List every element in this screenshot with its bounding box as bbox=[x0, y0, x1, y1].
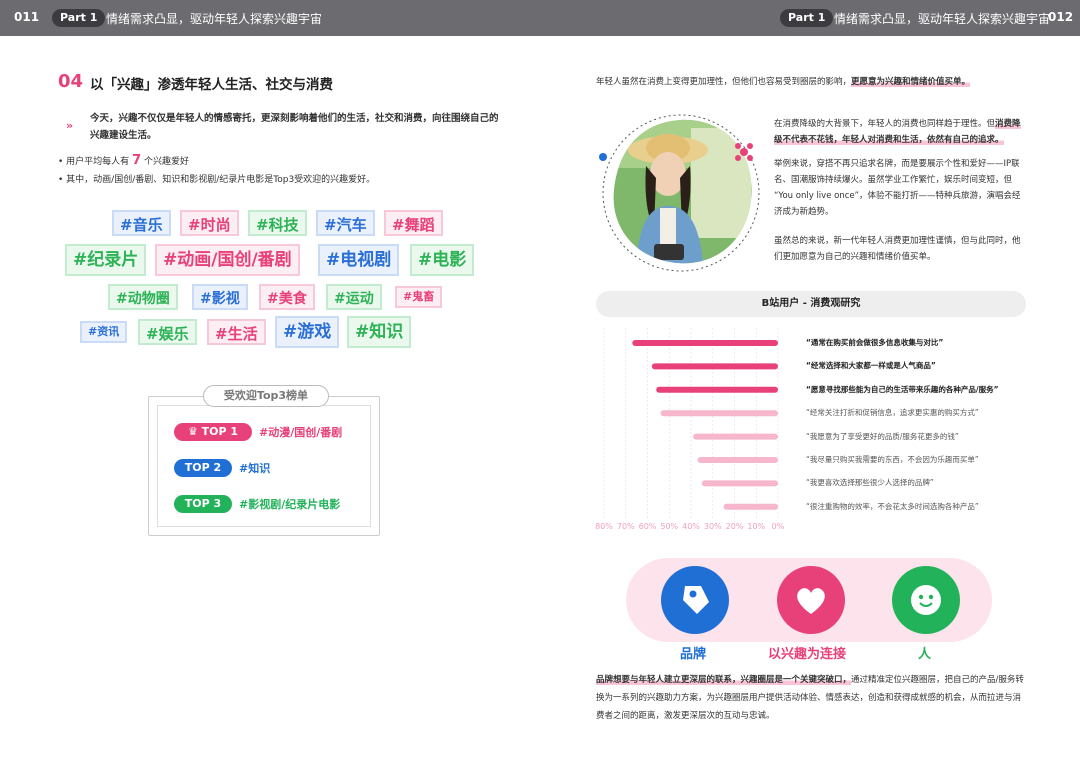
tag: #美食 bbox=[259, 284, 315, 310]
interest-count: 7 bbox=[132, 153, 141, 168]
intro-text: 今天，兴趣不仅仅是年轻人的情感寄托，更深刻影响着他们的生活，社交和消费，向往围绕… bbox=[90, 110, 500, 144]
tag: #音乐 bbox=[112, 210, 171, 236]
interest-circle bbox=[777, 566, 845, 634]
right-page-number: 012 bbox=[1048, 10, 1073, 24]
chart-category-label: “我更喜欢选择那些很少人选择的品牌” bbox=[806, 477, 934, 488]
top3-ranking-box: 受欢迎Top3榜单 ♛ TOP 1 #动漫/国创/番剧 TOP 2 #知识 TO… bbox=[148, 396, 380, 536]
portrait-illustration bbox=[596, 108, 766, 278]
top1-badge: ♛ TOP 1 bbox=[174, 423, 252, 441]
section-title: 以「兴趣」渗透年轻人生活、社交与消费 bbox=[90, 73, 333, 93]
brand-circle bbox=[661, 566, 729, 634]
chart-bar bbox=[652, 363, 778, 369]
bullet-interest-count: • 用户平均每人有 7 个兴趣爱好 bbox=[58, 153, 189, 168]
part-badge-right: Part 1 bbox=[780, 9, 833, 27]
chart-category-label: “经常选择和大家都一样或是人气商品” bbox=[806, 360, 936, 371]
para1-text: 在消费降级的大背景下，年轻人的消费也同样趋于理性。但 bbox=[774, 119, 995, 129]
right-paragraph-2: 举例来说，穿搭不再只追求名牌，而是要展示个性和爱好——IP联名、国潮服饰持续爆火… bbox=[774, 156, 1028, 220]
tag-icon bbox=[661, 566, 729, 634]
top1-label: TOP 1 bbox=[202, 425, 238, 438]
bullet-text: 个兴趣爱好 bbox=[144, 157, 189, 167]
top3-text: #影视剧/纪录片电影 bbox=[239, 496, 340, 512]
double-chevron-icon: » bbox=[66, 119, 73, 132]
tag: #电视剧 bbox=[318, 244, 399, 276]
tag: #纪录片 bbox=[65, 244, 146, 276]
blue-dot bbox=[599, 153, 607, 161]
chart-tick-label: 0% bbox=[763, 522, 793, 531]
top3-title: 受欢迎Top3榜单 bbox=[203, 385, 329, 407]
tag: #游戏 bbox=[275, 316, 339, 348]
chart-category-label: “我尽量只购买我需要的东西，不会因为乐趣而买单” bbox=[806, 454, 979, 465]
chart-category-label: “我愿意为了享受更好的品质/服务花更多的钱” bbox=[806, 431, 959, 442]
top3-badge: TOP 3 bbox=[174, 495, 232, 513]
tag: #运动 bbox=[326, 284, 382, 310]
people-circle bbox=[892, 566, 960, 634]
tag: #动物圈 bbox=[108, 284, 178, 310]
top2-badge: TOP 2 bbox=[174, 459, 232, 477]
chart-category-label: “愿意寻找那些能为自己的生活带来乐趣的各种产品/服务” bbox=[806, 384, 999, 395]
tag: #时尚 bbox=[180, 210, 239, 236]
chart-bar bbox=[702, 480, 778, 486]
chart-bar bbox=[661, 410, 778, 416]
smiley-icon bbox=[892, 566, 960, 634]
part-badge-left: Part 1 bbox=[52, 9, 105, 27]
right-intro-text: 年轻人虽然在消费上变得更加理性，但他们也容易受到圈层的影响， bbox=[596, 77, 851, 87]
tag: #动画/国创/番剧 bbox=[155, 244, 300, 276]
right-intro: 年轻人虽然在消费上变得更加理性，但他们也容易受到圈层的影响，更愿意为兴趣和情绪价… bbox=[596, 75, 970, 87]
bullet-text: 其中，动画/国创/番剧、知识和影视剧/纪录片电影是Top3受欢迎的兴趣爱好。 bbox=[66, 175, 375, 185]
right-paragraph-3: 虽然总的来说，新一代年轻人消费更加理性谨慎，但与此同时，他们更加愿意为自己的兴趣… bbox=[774, 233, 1028, 265]
right-paragraph-1: 在消费降级的大背景下，年轻人的消费也同样趋于理性。但消费降级不代表不花钱，年轻人… bbox=[774, 116, 1028, 148]
chart-bar bbox=[656, 387, 778, 393]
chart-bar bbox=[693, 434, 778, 440]
tag: #科技 bbox=[248, 210, 307, 236]
people-label: 人 bbox=[918, 643, 931, 662]
crown-icon: ♛ bbox=[188, 425, 202, 438]
interest-label: 以兴趣为连接 bbox=[768, 643, 846, 662]
right-intro-highlight: 更愿意为兴趣和情绪价值买单。 bbox=[851, 77, 970, 87]
header-title-right: 情绪需求凸显，驱动年轻人探索兴趣宇宙 bbox=[834, 10, 1050, 27]
chart-category-label: “很注重购物的效率，不会花太多时间选购各种产品” bbox=[806, 501, 979, 512]
tag: #生活 bbox=[207, 319, 266, 345]
header-bar: 011 Part 1 情绪需求凸显，驱动年轻人探索兴趣宇宙 Part 1 情绪需… bbox=[0, 0, 1080, 36]
tag: #舞蹈 bbox=[384, 210, 443, 236]
brand-label: 品牌 bbox=[680, 643, 706, 662]
section-number: 04 bbox=[58, 71, 83, 92]
tag: #娱乐 bbox=[138, 319, 197, 345]
chart-bar bbox=[632, 340, 778, 346]
bottom-paragraph: 品牌想要与年轻人建立更深层的联系，兴趣圈层是一个关键突破口，通过精准定位兴趣圈层… bbox=[596, 671, 1028, 725]
tag: #知识 bbox=[347, 316, 411, 348]
tag: #电影 bbox=[410, 244, 474, 276]
portrait-photo bbox=[596, 108, 766, 278]
tag: #影视 bbox=[192, 284, 248, 310]
top1-text: #动漫/国创/番剧 bbox=[259, 424, 342, 440]
consumption-chart bbox=[596, 328, 796, 524]
bottom-highlight: 品牌想要与年轻人建立更深层的联系，兴趣圈层是一个关键突破口， bbox=[596, 675, 851, 685]
tag: #汽车 bbox=[316, 210, 375, 236]
bullet-text: 用户平均每人有 bbox=[66, 157, 129, 167]
tag: #资讯 bbox=[80, 321, 127, 343]
top2-text: #知识 bbox=[239, 460, 270, 476]
chart-category-label: “通常在购买前会做很多信息收集与对比” bbox=[806, 337, 943, 348]
chart-bar bbox=[724, 504, 778, 510]
left-page-number: 011 bbox=[14, 10, 39, 24]
chart-bar bbox=[698, 457, 778, 463]
chart-title: B站用户 - 消费观研究 bbox=[596, 291, 1026, 317]
header-title-left: 情绪需求凸显，驱动年轻人探索兴趣宇宙 bbox=[106, 10, 322, 27]
tag: #鬼畜 bbox=[395, 286, 442, 308]
bullet-top3: • 其中，动画/国创/番剧、知识和影视剧/纪录片电影是Top3受欢迎的兴趣爱好。 bbox=[58, 172, 375, 185]
heart-icon bbox=[777, 566, 845, 634]
chart-category-label: “经常关注打折和促销信息，追求更实惠的购买方式” bbox=[806, 407, 979, 418]
